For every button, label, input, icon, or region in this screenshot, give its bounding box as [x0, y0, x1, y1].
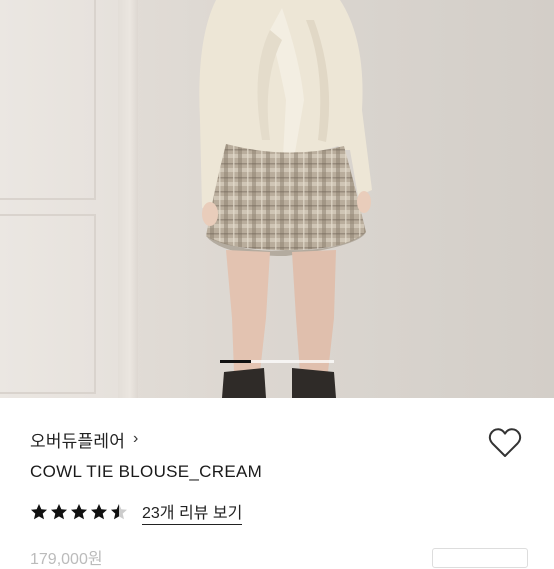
carousel-progress-track: [220, 360, 334, 363]
product-image[interactable]: [0, 0, 554, 398]
product-price: 179,000원: [30, 551, 103, 568]
star-full-icon: [71, 504, 87, 520]
rating-row: 23개 리뷰 보기: [30, 499, 243, 525]
star-half-icon: [111, 504, 127, 520]
review-link[interactable]: 23개 리뷰 보기: [142, 499, 243, 525]
carousel-progress-fill: [220, 360, 251, 363]
product-title: COWL TIE BLOUSE_CREAM: [30, 462, 263, 481]
brand-link[interactable]: 오버듀플레어 ›: [30, 427, 138, 451]
heart-outline-icon: [488, 428, 522, 457]
star-full-icon: [91, 504, 107, 520]
model-figure: [199, 0, 372, 398]
wishlist-button[interactable]: [488, 427, 522, 459]
action-button[interactable]: [432, 548, 528, 568]
star-full-icon: [31, 504, 47, 520]
star-full-icon: [51, 504, 67, 520]
star-rating: [30, 503, 130, 521]
chevron-right-icon: ›: [133, 430, 139, 447]
brand-name: 오버듀플레어: [30, 431, 126, 451]
